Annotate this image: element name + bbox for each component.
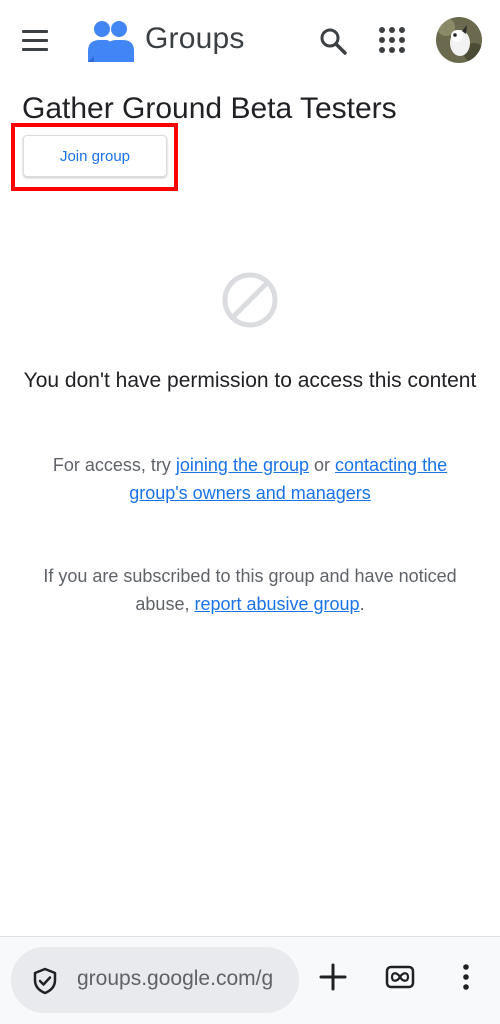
browser-toolbar: groups.google.com/g (0, 936, 500, 1024)
hamburger-menu-icon[interactable] (22, 22, 66, 58)
shield-check-icon[interactable] (31, 967, 59, 995)
join-group-link[interactable]: joining the group (176, 455, 309, 475)
search-icon[interactable] (316, 24, 350, 58)
group-title: Gather Ground Beta Testers (22, 92, 397, 125)
url-bar[interactable]: groups.google.com/g (11, 947, 299, 1013)
access-prefix-text: For access, try (52, 455, 176, 475)
report-abuse-link[interactable]: report abusive group (194, 594, 359, 614)
user-avatar[interactable] (436, 17, 482, 63)
url-text[interactable]: groups.google.com/g (77, 967, 289, 991)
access-middle-text: or (309, 455, 336, 475)
tab-switcher-icon[interactable] (382, 959, 418, 995)
google-groups-logo-icon[interactable] (86, 18, 136, 64)
blocked-icon (222, 272, 278, 328)
permission-message: You don't have permission to access this… (23, 369, 477, 392)
app-header: Groups (0, 0, 500, 84)
abuse-suffix-text: . (359, 594, 365, 614)
more-vert-icon[interactable] (452, 959, 480, 995)
apps-grid-icon[interactable] (375, 23, 409, 57)
access-instructions: For access, try joining the group or con… (40, 451, 460, 507)
app-title: Groups (145, 22, 245, 55)
abuse-notice: If you are subscribed to this group and … (40, 562, 460, 618)
join-group-button[interactable]: Join group (23, 135, 167, 177)
plus-icon[interactable] (315, 959, 351, 995)
